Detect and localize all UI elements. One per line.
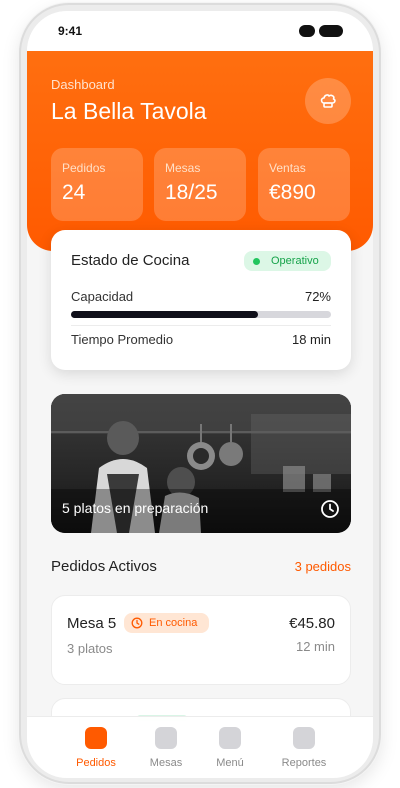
stat-value: 24 (62, 181, 86, 204)
order-price: €45.80 (289, 615, 335, 632)
stat-label: Mesas (165, 161, 201, 175)
tab-pedidos[interactable]: Pedidos (61, 727, 131, 769)
capacity-value: 72% (304, 289, 331, 304)
bottom-tab-bar: Pedidos Mesas Menú Reportes (27, 716, 373, 778)
tab-label: Reportes (281, 757, 327, 769)
avg-time-label: Tiempo Promedio (71, 332, 174, 347)
chef-profile-button[interactable] (305, 78, 351, 124)
order-time: 12 min (295, 639, 335, 654)
camera-dot (299, 25, 315, 37)
tab-menu[interactable]: Menú (195, 727, 265, 769)
order-status-badge: En cocina (124, 613, 209, 633)
divider (71, 325, 331, 326)
header-panel: Dashboard La Bella Tavola Pedidos 24 Mes… (27, 51, 373, 251)
tab-mesas[interactable]: Mesas (131, 727, 201, 769)
order-table: Mesa 5 (67, 615, 117, 632)
tab-label: Menú (216, 757, 244, 769)
stat-card-orders[interactable]: Pedidos 24 (51, 148, 143, 221)
header-subtitle: Dashboard (51, 77, 115, 92)
stat-label: Pedidos (62, 161, 106, 175)
clock-icon (131, 617, 143, 629)
reports-tab-icon (293, 727, 315, 749)
stat-card-tables[interactable]: Mesas 18/25 (154, 148, 246, 221)
clock-icon (321, 500, 339, 518)
order-status-label: En cocina (149, 617, 198, 629)
status-badge: Operativo (244, 251, 331, 271)
menu-tab-icon (219, 727, 241, 749)
order-card[interactable]: Mesa 5 En cocina €45.80 3 platos 12 min (51, 595, 351, 685)
preparation-caption: 5 platos en preparación (62, 500, 209, 516)
tab-reportes[interactable]: Reportes (269, 727, 339, 769)
status-badge-label: Operativo (271, 255, 319, 267)
tables-tab-icon (155, 727, 177, 749)
dynamic-island (319, 25, 343, 37)
tab-label: Mesas (149, 757, 183, 769)
stat-card-sales[interactable]: Ventas €890 (258, 148, 350, 221)
order-dishes: 3 platos (67, 641, 113, 656)
status-time: 9:41 (58, 24, 83, 38)
stat-label: Ventas (269, 161, 306, 175)
chef-hat-icon (320, 94, 336, 108)
orders-tab-icon (85, 727, 107, 749)
restaurant-name: La Bella Tavola (51, 98, 207, 124)
tab-label: Pedidos (76, 757, 116, 769)
kitchen-title: Estado de Cocina (71, 252, 190, 269)
capacity-label: Capacidad (71, 289, 134, 304)
status-bar: 9:41 (27, 11, 373, 51)
capacity-progress-fill (71, 311, 259, 318)
stat-value: €890 (269, 181, 316, 204)
kitchen-photo-banner[interactable]: 5 platos en preparación (51, 394, 351, 533)
app-screen: 9:41 Dashboard La Bella Tavola Pedidos 2… (27, 11, 373, 778)
stat-value: 18/25 (165, 181, 218, 204)
kitchen-status-card[interactable]: Estado de Cocina Operativo Capacidad 72%… (51, 230, 351, 370)
active-orders-count[interactable]: 3 pedidos (295, 559, 351, 574)
capacity-progress-bar (71, 311, 331, 318)
status-dot-icon (253, 257, 260, 265)
avg-time-value: 18 min (291, 332, 331, 347)
active-orders-title: Pedidos Activos (51, 558, 157, 575)
